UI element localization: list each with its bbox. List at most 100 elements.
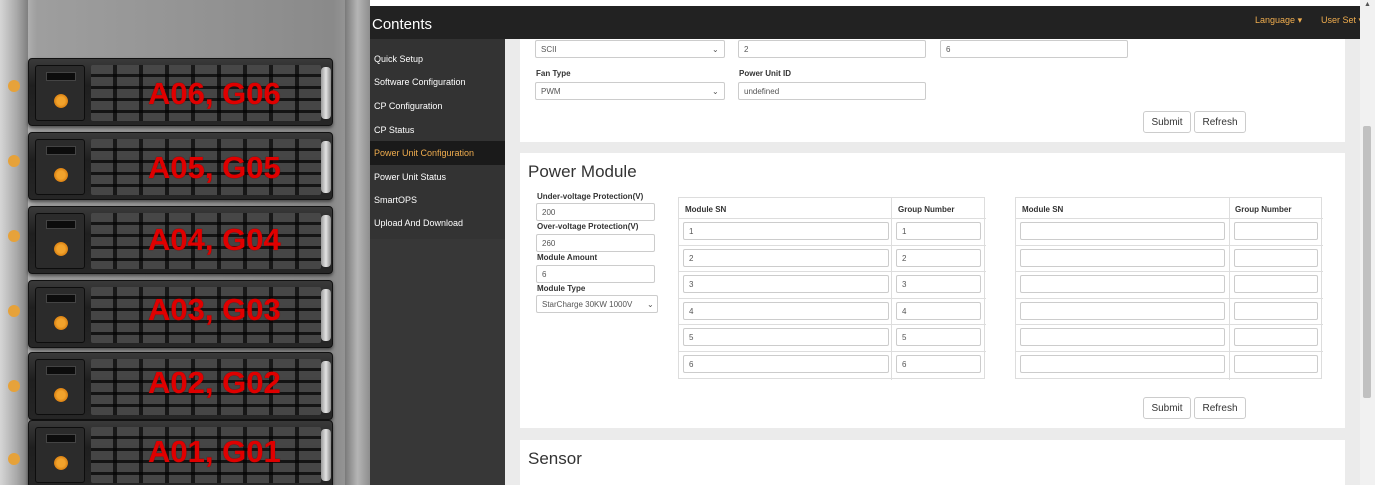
power-unit-field-2[interactable]: 2 bbox=[738, 40, 926, 58]
rack-rail-dot bbox=[8, 453, 20, 465]
module-type-select[interactable]: StarCharge 30KW 1000V bbox=[536, 295, 658, 313]
power-unit-refresh-button[interactable]: Refresh bbox=[1194, 111, 1246, 133]
over-voltage-label: Over-voltage Protection(V) bbox=[537, 222, 639, 231]
module-front-panel bbox=[35, 139, 85, 195]
power-unit-field-3[interactable]: 6 bbox=[940, 40, 1128, 58]
sidebar-item-quick-setup[interactable]: Quick Setup bbox=[370, 47, 505, 71]
starcharge-logo-icon bbox=[54, 388, 68, 402]
group-number-input[interactable] bbox=[1234, 222, 1318, 240]
group-number-input[interactable] bbox=[1234, 302, 1318, 320]
sensor-panel bbox=[520, 440, 1345, 485]
module-front-panel bbox=[35, 427, 85, 483]
starcharge-logo-icon bbox=[54, 456, 68, 470]
rack-frame-right bbox=[345, 0, 370, 485]
rack-rail-dot bbox=[8, 155, 20, 167]
rack-label: A01, G01 bbox=[148, 434, 281, 469]
over-voltage-input[interactable]: 260 bbox=[536, 234, 655, 252]
module-sn-input[interactable]: 3 bbox=[683, 275, 889, 293]
top-navbar bbox=[370, 6, 1375, 39]
group-number-input[interactable]: 1 bbox=[896, 222, 981, 240]
module-type-label: Module Type bbox=[537, 284, 586, 293]
sidebar-item-upload-and-download[interactable]: Upload And Download bbox=[370, 211, 505, 235]
module-sn-input[interactable] bbox=[1020, 328, 1225, 346]
module-sn-input[interactable]: 1 bbox=[683, 222, 889, 240]
sidebar-background bbox=[370, 239, 505, 485]
scrollbar-thumb[interactable] bbox=[1363, 126, 1371, 398]
starcharge-logo-icon bbox=[54, 242, 68, 256]
rack-rail-dot bbox=[8, 380, 20, 392]
rack-label: A06, G06 bbox=[148, 76, 281, 111]
column-header-module-sn: Module SN bbox=[685, 205, 727, 214]
user-set-menu-label: User Set bbox=[1321, 15, 1357, 25]
group-number-input[interactable]: 4 bbox=[896, 302, 981, 320]
power-module-title: Power Module bbox=[528, 162, 637, 181]
caret-down-icon: ▾ bbox=[1297, 15, 1303, 25]
rack-label: A05, G05 bbox=[148, 150, 281, 185]
language-menu[interactable]: Language ▾ bbox=[1255, 15, 1302, 26]
column-header-module-sn: Module SN bbox=[1022, 205, 1064, 214]
chevron-down-icon: ⌄ bbox=[712, 87, 719, 96]
module-sn-input[interactable]: 4 bbox=[683, 302, 889, 320]
module-handle bbox=[321, 141, 331, 193]
group-number-input[interactable]: 3 bbox=[896, 275, 981, 293]
module-front-panel bbox=[35, 65, 85, 121]
sidebar-item-software-configuration[interactable]: Software Configuration bbox=[370, 70, 505, 94]
group-number-input[interactable] bbox=[1234, 355, 1318, 373]
sidebar-item-power-unit-status[interactable]: Power Unit Status bbox=[370, 165, 505, 189]
module-sn-input[interactable] bbox=[1020, 249, 1225, 267]
power-unit-type-select[interactable]: SCII bbox=[535, 40, 725, 58]
module-sn-input[interactable]: 5 bbox=[683, 328, 889, 346]
module-sn-input[interactable]: 2 bbox=[683, 249, 889, 267]
group-number-input[interactable] bbox=[1234, 249, 1318, 267]
module-handle bbox=[321, 361, 331, 413]
module-amount-input[interactable]: 6 bbox=[536, 265, 655, 283]
under-voltage-input[interactable]: 200 bbox=[536, 203, 655, 221]
sidebar-item-cp-status[interactable]: CP Status bbox=[370, 118, 505, 142]
module-sn-input[interactable] bbox=[1020, 355, 1225, 373]
module-front-panel bbox=[35, 213, 85, 269]
power-unit-submit-button[interactable]: Submit bbox=[1143, 111, 1191, 133]
sensor-title: Sensor bbox=[528, 449, 582, 468]
power-unit-id-label: Power Unit ID bbox=[739, 69, 792, 78]
sidebar-item-cp-configuration[interactable]: CP Configuration bbox=[370, 94, 505, 118]
group-number-input[interactable] bbox=[1234, 275, 1318, 293]
rack-rail-dot bbox=[8, 305, 20, 317]
module-front-panel bbox=[35, 359, 85, 415]
starcharge-logo-icon bbox=[54, 94, 68, 108]
module-handle bbox=[321, 289, 331, 341]
module-front-panel bbox=[35, 287, 85, 343]
scroll-up-arrow-icon[interactable]: ▲ bbox=[1364, 1, 1371, 8]
rack-label: A04, G04 bbox=[148, 222, 281, 257]
column-header-group-number: Group Number bbox=[1235, 205, 1292, 214]
sidebar-item-power-unit-configuration[interactable]: Power Unit Configuration bbox=[370, 141, 505, 165]
rack-label: A03, G03 bbox=[148, 292, 281, 327]
module-sn-input[interactable] bbox=[1020, 302, 1225, 320]
power-module-refresh-button[interactable]: Refresh bbox=[1194, 397, 1246, 419]
group-number-input[interactable]: 2 bbox=[896, 249, 981, 267]
group-number-input[interactable] bbox=[1234, 328, 1318, 346]
sidebar: Quick Setup Software Configuration CP Co… bbox=[370, 39, 505, 239]
module-sn-input[interactable] bbox=[1020, 222, 1225, 240]
starcharge-logo-icon bbox=[54, 316, 68, 330]
module-handle bbox=[321, 215, 331, 267]
module-sn-input[interactable]: 6 bbox=[683, 355, 889, 373]
group-number-input[interactable]: 5 bbox=[896, 328, 981, 346]
chevron-down-icon: ⌄ bbox=[712, 45, 719, 54]
starcharge-logo-icon bbox=[54, 168, 68, 182]
sidebar-item-smartops[interactable]: SmartOPS bbox=[370, 188, 505, 212]
rack-frame-left bbox=[0, 0, 28, 485]
column-header-group-number: Group Number bbox=[898, 205, 955, 214]
power-module-submit-button[interactable]: Submit bbox=[1143, 397, 1191, 419]
rack-rail-dot bbox=[8, 230, 20, 242]
fan-type-label: Fan Type bbox=[536, 69, 571, 78]
group-number-input[interactable]: 6 bbox=[896, 355, 981, 373]
module-handle bbox=[321, 67, 331, 119]
language-menu-label: Language bbox=[1255, 15, 1296, 25]
module-handle bbox=[321, 429, 331, 481]
under-voltage-label: Under-voltage Protection(V) bbox=[537, 192, 644, 201]
fan-type-select[interactable]: PWM bbox=[535, 82, 725, 100]
power-unit-id-input[interactable]: undefined bbox=[738, 82, 926, 100]
chevron-down-icon: ⌄ bbox=[647, 300, 654, 309]
user-set-menu[interactable]: User Set ▾ bbox=[1321, 15, 1363, 26]
module-sn-input[interactable] bbox=[1020, 275, 1225, 293]
